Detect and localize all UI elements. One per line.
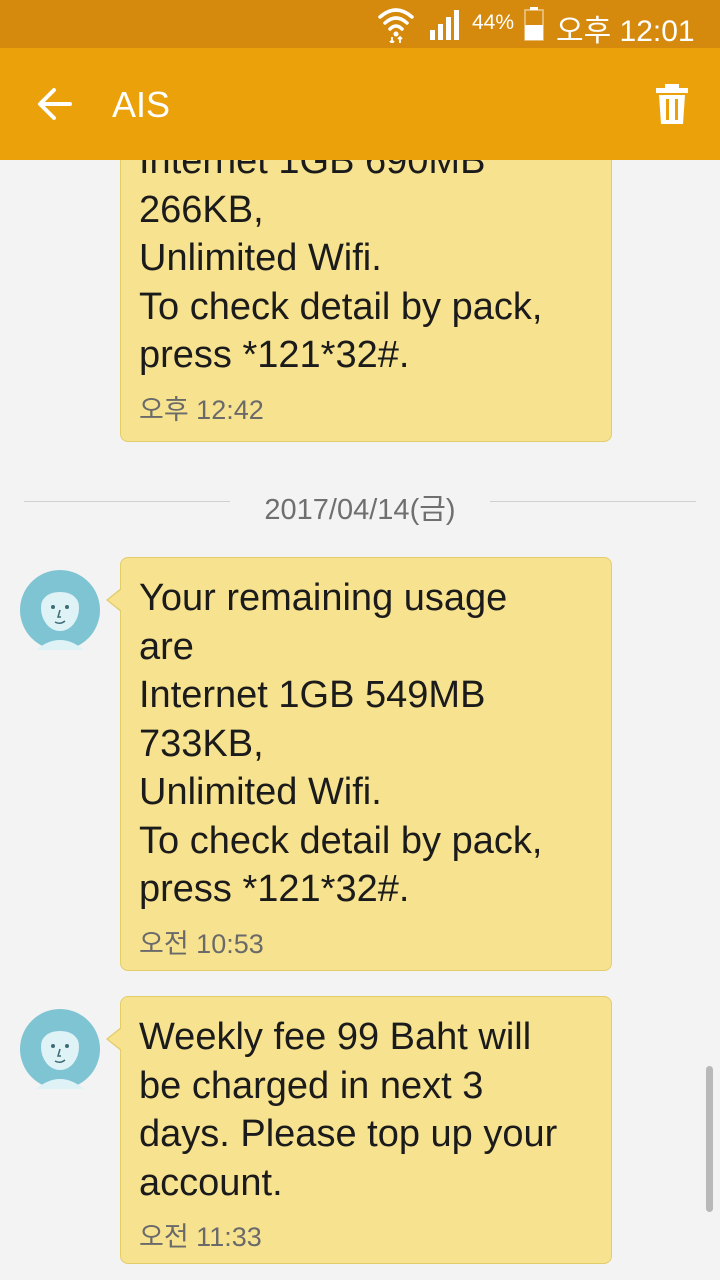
person-avatar-icon xyxy=(20,1009,100,1089)
message-time: 오전 10:53 xyxy=(139,928,264,959)
trash-icon[interactable] xyxy=(650,82,694,126)
message-bubble[interactable]: Weekly fee 99 Baht will be charged in ne… xyxy=(106,996,612,1264)
message-text: Internet 1GB 690MB 266KB, Unlimited Wifi… xyxy=(139,140,543,376)
message-text: Weekly fee 99 Baht will be charged in ne… xyxy=(139,1016,558,1204)
person-avatar-icon xyxy=(20,570,100,650)
message-bubble[interactable]: Your remaining usage are Internet 1GB 54… xyxy=(106,557,612,971)
message-text: Your remaining usage are Internet 1GB 54… xyxy=(139,577,543,910)
divider-left xyxy=(24,501,230,502)
scrollbar[interactable] xyxy=(706,1066,713,1212)
app-bar: AIS xyxy=(0,48,720,160)
signal-icon xyxy=(430,10,459,40)
message-time: 오전 11:33 xyxy=(139,1222,262,1252)
divider-right xyxy=(490,501,696,502)
conversation-title: AIS xyxy=(112,84,171,125)
date-label: 2017/04/14(금) xyxy=(264,494,456,526)
date-separator: 2017/04/14(금) xyxy=(0,484,720,526)
sender-avatar[interactable] xyxy=(20,570,100,650)
message-time: 오후 12:42 xyxy=(139,394,264,425)
status-clock: 오후 12:01 xyxy=(556,15,695,48)
arrow-left-icon[interactable] xyxy=(32,81,78,127)
battery-icon xyxy=(524,7,544,41)
message-bubble[interactable]: Internet 1GB 690MB 266KB, Unlimited Wifi… xyxy=(120,120,612,442)
sender-avatar[interactable] xyxy=(20,1009,100,1089)
wifi-icon xyxy=(378,8,414,43)
status-bar: 44% 오후 12:01 xyxy=(0,0,720,48)
message-thread[interactable]: Internet 1GB 690MB 266KB, Unlimited Wifi… xyxy=(0,0,720,1280)
battery-percent: 44% xyxy=(472,11,515,34)
